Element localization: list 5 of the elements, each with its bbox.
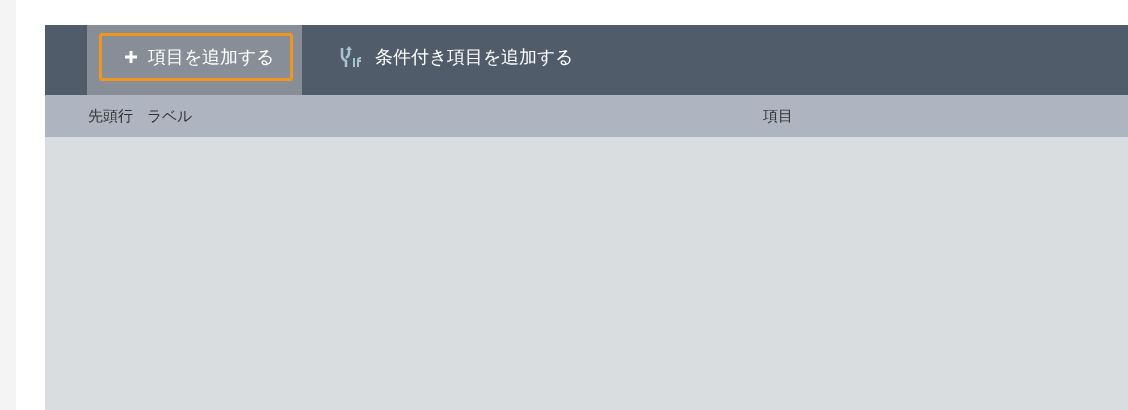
column-header: ラベル (147, 106, 192, 126)
add-conditional-item-button[interactable]: 条件付き項目を追加する (314, 33, 592, 81)
column-header: 先頭行 (88, 106, 133, 126)
plus-icon (124, 50, 138, 64)
column-header: 項目 (763, 106, 793, 126)
